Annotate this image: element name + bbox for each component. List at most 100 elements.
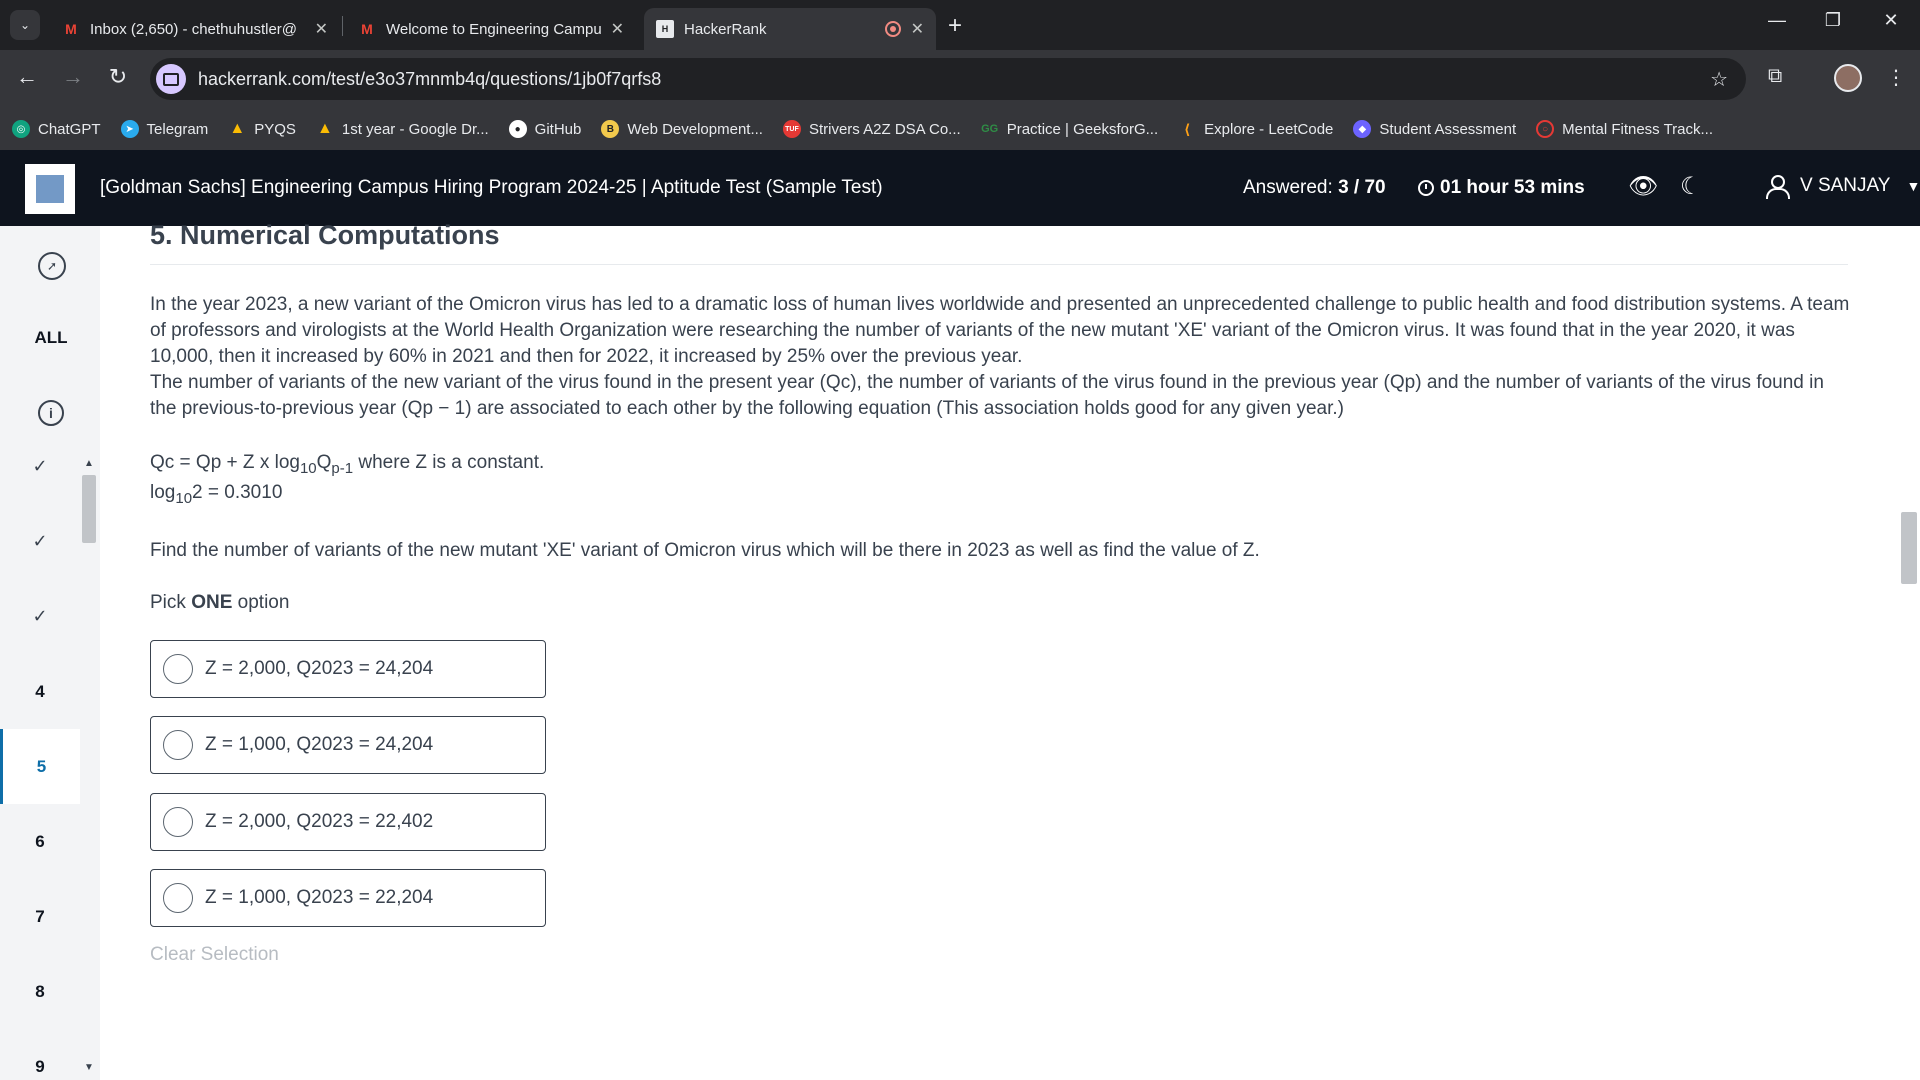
menu-icon[interactable]: ⋮ [1886,65,1906,90]
user-name: V SANJAY [1800,175,1891,196]
test-header: [Goldman Sachs] Engineering Campus Hirin… [0,150,1920,226]
dark-mode-icon[interactable]: ☾ [1680,172,1702,201]
question-item[interactable]: 4 [0,654,80,729]
minimize-icon[interactable]: — [1762,10,1792,31]
option-label: Z = 1,000, Q2023 = 24,204 [205,734,434,755]
compass-icon[interactable]: ➚ [38,252,66,280]
profile-avatar[interactable] [1834,64,1862,92]
radio-button[interactable] [163,730,193,760]
user-menu[interactable]: V SANJAY ▼ [1766,175,1920,199]
chatgpt-icon: ◎ [12,120,30,138]
question-item[interactable]: 6 [0,804,80,879]
bookmark-mental-fitness[interactable]: ○ Mental Fitness Track... [1536,120,1713,138]
browser-toolbar: ← → ↻ hackerrank.com/test/e3o37mnmb4q/qu… [0,50,1920,108]
bookmark-label: Mental Fitness Track... [1562,120,1714,138]
github-icon: ● [508,120,527,138]
radio-button[interactable] [163,807,193,837]
leetcode-icon: ⟨ [1183,120,1191,137]
equation-text: Q [316,452,332,473]
question-item[interactable]: 7 [0,879,80,954]
caret-down-icon: ▼ [1906,178,1920,194]
content-scroll-thumb[interactable] [1901,512,1917,584]
clear-selection-button[interactable]: Clear Selection [150,944,279,966]
site-info-icon[interactable] [156,64,186,94]
equation-subscript: p-1 [331,459,354,477]
timer-text: 01 hour 53 mins [1440,177,1585,198]
answer-option[interactable]: Z = 2,000, Q2023 = 22,402 [150,793,546,851]
assessment-icon: ◆ [1353,120,1372,138]
reload-icon[interactable]: ↻ [103,64,133,90]
bookmark-label: Student Assessment [1379,120,1517,138]
answer-option[interactable]: Z = 2,000, Q2023 = 24,204 [150,640,546,698]
question-item[interactable]: 9 [0,1029,80,1080]
bookmark-web-development[interactable]: B Web Development... [601,120,763,138]
question-item[interactable]: ✓ [0,429,80,504]
bookmark-star-icon[interactable]: ☆ [1710,67,1728,92]
answer-option[interactable]: Z = 1,000, Q2023 = 22,204 [150,869,546,927]
equation-subscript: 10 [175,489,193,507]
equation-text: 2 = 0.3010 [192,482,283,503]
url-text[interactable]: hackerrank.com/test/e3o37mnmb4q/question… [198,69,1710,90]
navigator-scroll-thumb[interactable] [82,475,96,543]
bookmark-leetcode[interactable]: ⟨ Explore - LeetCode [1178,120,1333,138]
question-item-current[interactable]: 5 [0,729,80,804]
scroll-up-icon[interactable]: ▲ [84,458,94,469]
bookmark-label: PYQS [254,120,296,138]
gfg-icon: GG [981,123,999,135]
bookmark-pyqs[interactable]: ▲ PYQS [228,120,296,138]
tab-title: HackerRank [684,20,767,38]
back-icon[interactable]: ← [12,64,42,90]
answer-option[interactable]: Z = 1,000, Q2023 = 24,204 [150,716,546,774]
bookmark-label: 1st year - Google Dr... [341,120,489,138]
bookmark-github[interactable]: ● GitHub [508,120,581,138]
tab-gmail-inbox[interactable]: M Inbox (2,650) - chethuhustler@ ✕ [50,8,340,50]
close-window-icon[interactable]: ✕ [1876,10,1906,31]
clock-icon [1418,180,1434,196]
equation-text: log [150,482,176,503]
radio-button[interactable] [163,654,193,684]
option-label: Z = 1,000, Q2023 = 22,204 [205,887,434,908]
info-icon[interactable]: i [38,400,64,426]
equation-subscript: 10 [299,459,317,477]
scroll-down-icon[interactable]: ▼ [84,1062,94,1073]
user-icon [1766,175,1790,199]
telegram-icon: ➤ [120,120,139,138]
bookmark-chatgpt[interactable]: ◎ ChatGPT [12,120,101,138]
browser-tabstrip: ⌄ M Inbox (2,650) - chethuhustler@ ✕ M W… [0,0,1920,50]
address-bar[interactable]: hackerrank.com/test/e3o37mnmb4q/question… [150,58,1746,100]
bookmark-geeksforgeeks[interactable]: GG Practice | GeeksforG... [981,120,1158,138]
question-item[interactable]: 8 [0,954,80,1029]
navigator-scrollbar[interactable] [80,226,100,1080]
bookmark-google-drive[interactable]: ▲ 1st year - Google Dr... [316,120,489,138]
close-icon[interactable]: ✕ [911,19,924,39]
extensions-icon[interactable]: ⧉ [1768,65,1782,88]
radio-button[interactable] [163,883,193,913]
answered-value: 3 / 70 [1338,177,1386,198]
question-paragraph-2: The number of variants of the new varian… [150,372,1824,419]
restore-icon[interactable]: ❐ [1818,10,1848,31]
pick-count: ONE [191,592,233,613]
bookmark-telegram[interactable]: ➤ Telegram [120,120,208,138]
bookmark-label: ChatGPT [38,120,101,138]
content-scrollbar[interactable] [1900,226,1920,1080]
tab-search-icon[interactable]: ⌄ [10,10,40,40]
bookmark-student-assessment[interactable]: ◆ Student Assessment [1353,120,1516,138]
new-tab-button[interactable]: + [948,12,962,40]
drive-icon: ▲ [229,120,246,137]
bookmark-strivers[interactable]: TUF Strivers A2Z DSA Co... [782,120,961,138]
recording-icon [884,21,901,37]
close-icon[interactable]: ✕ [315,19,328,39]
question-item[interactable]: ✓ [0,504,80,579]
bookmark-label: Explore - LeetCode [1204,120,1334,138]
option-label: Z = 2,000, Q2023 = 24,204 [205,658,434,679]
tab-title: Inbox (2,650) - chethuhustler@ [90,20,298,38]
question-item[interactable]: ✓ [0,579,80,654]
equation-text: where Z is a constant. [353,452,545,473]
tab-gmail-welcome[interactable]: M Welcome to Engineering Campu ✕ [346,8,636,50]
tab-hackerrank[interactable]: H HackerRank ✕ [644,8,936,50]
forward-icon[interactable]: → [58,64,88,90]
eye-icon[interactable]: 👁 [1628,172,1658,201]
equation-1: Qc = Qp + Z x log10Qp-1 where Z is a con… [150,452,544,477]
test-title: [Goldman Sachs] Engineering Campus Hirin… [100,177,883,198]
close-icon[interactable]: ✕ [611,19,624,39]
